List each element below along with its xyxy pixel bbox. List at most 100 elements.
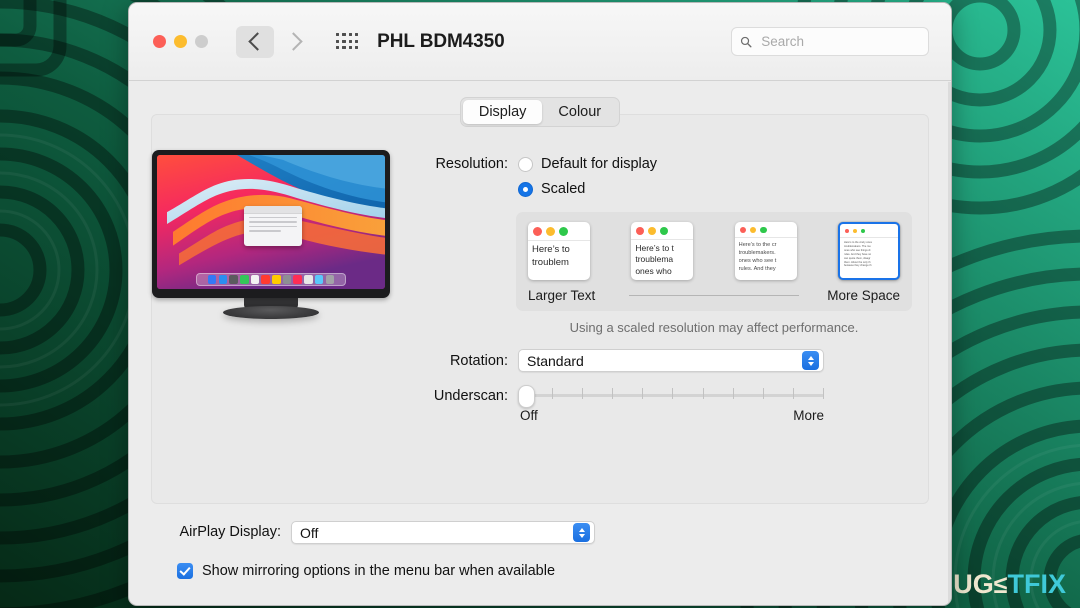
display-preferences-window: PHL BDM4350 Display Colour — [128, 2, 952, 606]
dock-icon-calendar — [261, 275, 270, 284]
dock-icon-podcasts — [304, 275, 313, 284]
mirroring-option-row[interactable]: Show mirroring options in the menu bar w… — [151, 563, 929, 579]
resolution-label: Resolution: — [435, 156, 508, 172]
monitor-bezel — [152, 150, 390, 298]
resolution-option-scaled[interactable]: Scaled — [518, 178, 657, 200]
radio-button-selected[interactable] — [518, 181, 533, 197]
scaled-range-labels: Larger Text More Space — [528, 288, 900, 303]
dock-icon-music — [293, 275, 302, 284]
display-settings-controls: Resolution: Default for display Scaled H… — [390, 115, 938, 503]
window-right-edge — [948, 82, 951, 605]
airplay-dropdown[interactable]: Off — [291, 521, 595, 544]
thumbnail-line: Here’s to t — [635, 243, 674, 253]
monitor-preview — [152, 115, 390, 503]
tab-display[interactable]: Display — [462, 100, 543, 124]
scaled-thumbnail-3[interactable]: Here’s to the cr troublemakers. ones who… — [734, 222, 797, 280]
underscan-slider[interactable]: Off More — [518, 385, 824, 423]
chevron-left-icon — [247, 32, 267, 51]
dock-icon-appstore — [314, 275, 324, 284]
thumbnail-text: Here's to the crazy ones troublemakers. … — [840, 238, 898, 268]
page-title: PHL BDM4350 — [377, 30, 505, 52]
tab-group: Display Colour — [459, 97, 621, 127]
check-icon — [179, 564, 191, 576]
dock-icon-launchpad — [218, 275, 228, 284]
resolution-row: Resolution: Default for display Scaled — [390, 153, 912, 203]
monitor-screen — [157, 155, 385, 289]
underscan-row: Underscan: Off More — [390, 385, 912, 423]
chevron-updown-icon[interactable] — [802, 351, 819, 370]
minimize-button[interactable] — [174, 35, 187, 48]
thumbnail-line: troublem — [532, 256, 569, 268]
scaled-resolution-chooser: Here’s to troublem Here’s to t troublema… — [516, 212, 912, 311]
watermark-glyph: ≤ — [993, 571, 1008, 599]
mini-dock — [196, 273, 346, 286]
dock-icon-mail — [240, 275, 249, 284]
underscan-min-label: Off — [520, 408, 538, 423]
thumbnail-titlebar — [839, 224, 898, 238]
underscan-slider-track[interactable] — [518, 385, 824, 408]
window-toolbar: PHL BDM4350 — [129, 3, 951, 81]
thumbnail-line: Here’s to the cr — [738, 242, 777, 249]
airplay-value: Off — [300, 524, 319, 541]
scaled-thumbnail-more-space-selected[interactable]: Here's to the crazy ones troublemakers. … — [837, 222, 900, 280]
mirroring-label: Show mirroring options in the menu bar w… — [202, 563, 556, 579]
mirroring-checkbox[interactable] — [177, 563, 193, 579]
thumbnail-text: Here’s to troublem — [528, 241, 590, 269]
thumbnail-line: because they change th — [843, 264, 872, 268]
resolution-option-label: Scaled — [541, 181, 586, 197]
resolution-option-label: Default for display — [541, 156, 658, 172]
chevron-right-icon — [283, 32, 303, 51]
thumbnail-text: Here’s to t troublema ones who — [631, 240, 693, 277]
scaled-label-left: Larger Text — [528, 288, 596, 303]
thumbnail-line: ones who — [635, 265, 672, 276]
mini-window-text-line — [248, 221, 297, 223]
forward-button[interactable] — [276, 26, 314, 58]
airplay-row: AirPlay Display: Off — [151, 521, 929, 544]
tab-colour[interactable]: Colour — [542, 100, 617, 124]
chevron-updown-icon[interactable] — [573, 523, 590, 542]
window-footer: AirPlay Display: Off Show mirroring opti… — [129, 504, 951, 579]
underscan-label: Underscan: — [433, 388, 508, 404]
dock-icon-safari — [229, 275, 238, 284]
rotation-dropdown[interactable]: Standard — [518, 349, 824, 372]
scaled-thumbnail-larger-text[interactable]: Here’s to troublem — [528, 222, 590, 280]
slider-ticks — [522, 388, 824, 402]
dock-icon-contacts — [250, 275, 260, 284]
resolution-option-default[interactable]: Default for display — [518, 153, 657, 175]
monitor-stand-base — [223, 306, 319, 319]
thumbnail-line: troublemakers. — [738, 250, 776, 257]
rotation-label: Rotation: — [449, 352, 508, 369]
thumbnail-line: rules. And they — [738, 266, 776, 273]
show-all-icon[interactable] — [336, 33, 359, 50]
rotation-value: Standard — [527, 352, 584, 369]
monitor-illustration — [152, 150, 390, 319]
scaled-label-right: More Space — [827, 288, 900, 303]
tab-bar: Display Colour — [129, 95, 951, 129]
resolution-options: Default for display Scaled — [518, 153, 657, 203]
zoom-button[interactable] — [195, 35, 208, 48]
thumbnail-titlebar — [734, 222, 797, 239]
search-input[interactable] — [759, 33, 920, 50]
watermark-part-3: TFIX — [1007, 569, 1067, 599]
thumbnail-line: ones who see t — [738, 258, 777, 265]
watermark-part-1: UG — [953, 569, 994, 599]
dock-icon-reminders — [282, 275, 292, 284]
radio-button[interactable] — [518, 156, 533, 172]
display-settings-panel: Resolution: Default for display Scaled H… — [151, 114, 929, 504]
underscan-slider-knob[interactable] — [518, 385, 535, 408]
scaled-thumbnails: Here’s to troublem Here’s to t troublema… — [528, 222, 900, 284]
search-icon — [740, 36, 752, 47]
scaled-thumbnail-2[interactable]: Here’s to t troublema ones who — [631, 222, 694, 280]
thumbnail-line: Here’s to — [532, 244, 570, 255]
scaled-performance-hint: Using a scaled resolution may affect per… — [569, 320, 859, 335]
search-field[interactable] — [731, 27, 929, 56]
thumbnail-titlebar — [631, 222, 694, 240]
thumbnail-text: Here’s to the cr troublemakers. ones who… — [735, 238, 797, 273]
traffic-lights — [153, 35, 208, 48]
navigation-buttons — [236, 25, 314, 58]
back-button[interactable] — [236, 25, 274, 58]
thumbnail-titlebar — [528, 222, 590, 241]
close-button[interactable] — [153, 35, 166, 48]
scaled-range-track — [629, 295, 799, 296]
mini-window-preview — [243, 205, 302, 246]
